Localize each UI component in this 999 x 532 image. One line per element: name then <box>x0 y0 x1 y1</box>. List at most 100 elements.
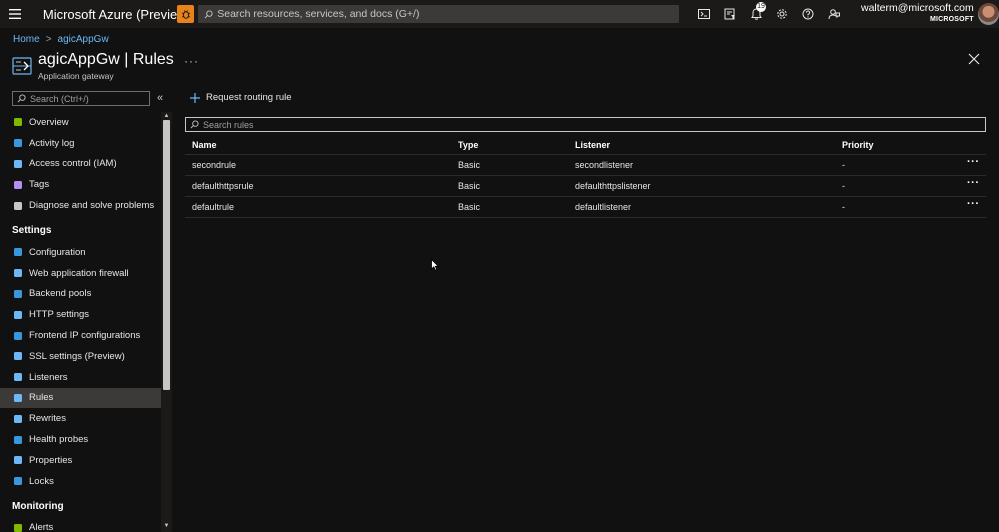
scroll-down-icon[interactable]: ▼ <box>163 523 170 529</box>
row-more-icon[interactable]: ··· <box>967 198 980 210</box>
sidebar-item-label: Listeners <box>29 371 68 383</box>
sidebar-item-label: HTTP settings <box>29 309 90 321</box>
rule-name[interactable]: secondrule <box>192 160 236 170</box>
breadcrumb-resource[interactable]: agicAppGw <box>58 34 109 45</box>
overview-icon <box>13 117 23 127</box>
sidebar-item-ssl-settings-preview[interactable]: SSL settings (Preview) <box>0 346 161 367</box>
plus-icon <box>190 92 200 103</box>
rewrites-icon <box>13 414 23 424</box>
more-icon[interactable]: ··· <box>184 54 199 68</box>
close-icon[interactable] <box>968 53 982 67</box>
rule-type: Basic <box>458 181 481 191</box>
portal-brand[interactable]: Microsoft Azure (Preview) <box>43 7 191 22</box>
breadcrumb: Home > agicAppGw <box>13 34 109 45</box>
rule-name[interactable]: defaulthttpsrule <box>192 181 254 191</box>
rule-priority: - <box>842 160 845 170</box>
nav-group-monitoring: Alerts <box>0 518 161 532</box>
sidebar-item-frontend-ip-configurations[interactable]: Frontend IP configurations <box>0 325 161 346</box>
feedback-icon[interactable] <box>821 0 847 28</box>
sidebar-item-rules[interactable]: Rules <box>0 387 161 409</box>
sidebar-item-label: Frontend IP configurations <box>29 330 141 342</box>
sidebar-item-label: Rewrites <box>29 413 66 425</box>
sidebar-item-access-control-iam[interactable]: Access control (IAM) <box>0 154 161 175</box>
sidebar-item-label: Access control (IAM) <box>29 158 117 170</box>
sidebar-item-properties[interactable]: Properties <box>0 450 161 471</box>
sidebar-item-web-application-firewall[interactable]: Web application firewall <box>0 263 161 284</box>
rules-search[interactable] <box>185 117 986 132</box>
notifications-badge: 19 <box>756 2 766 12</box>
gear-icon[interactable] <box>769 0 795 28</box>
row-more-icon[interactable]: ··· <box>967 177 980 189</box>
column-header-listener[interactable]: Listener <box>575 140 610 150</box>
table-row[interactable]: secondrule Basic secondlistener - ··· <box>185 155 986 176</box>
column-header-type[interactable]: Type <box>458 140 478 150</box>
scroll-up-icon[interactable]: ▲ <box>163 113 170 119</box>
sidebar-item-health-probes[interactable]: Health probes <box>0 429 161 450</box>
global-search-input[interactable] <box>217 8 678 20</box>
cloud-shell-icon[interactable] <box>691 0 717 28</box>
search-icon <box>204 9 213 18</box>
sidebar-item-activity-log[interactable]: Activity log <box>0 133 161 154</box>
sidebar-item-http-settings[interactable]: HTTP settings <box>0 304 161 325</box>
sidebar-search[interactable] <box>12 91 150 106</box>
section-monitoring: Monitoring <box>12 500 64 512</box>
sidebar-item-label: Alerts <box>29 522 54 532</box>
notifications-icon[interactable]: 19 <box>743 0 769 28</box>
account-menu[interactable]: walterm@microsoft.com MICROSOFT <box>861 3 974 25</box>
rule-listener: secondlistener <box>575 160 634 170</box>
sidebar-item-backend-pools[interactable]: Backend pools <box>0 284 161 305</box>
sidebar-item-label: Backend pools <box>29 288 92 300</box>
sidebar-item-rewrites[interactable]: Rewrites <box>0 408 161 429</box>
column-header-name[interactable]: Name <box>192 140 217 150</box>
ssl-shield-icon <box>13 351 23 361</box>
mouse-cursor-icon <box>431 258 440 271</box>
rule-priority: - <box>842 181 845 191</box>
table-row[interactable]: defaulthttpsrule Basic defaulthttpsliste… <box>185 176 986 197</box>
sidebar-item-alerts[interactable]: Alerts <box>0 518 161 532</box>
page-title: agicAppGw | Rules <box>38 51 174 68</box>
sidebar-item-diagnose-and-solve-problems[interactable]: Diagnose and solve problems <box>0 195 161 216</box>
backend-pools-icon <box>13 289 23 299</box>
section-settings: Settings <box>12 224 52 236</box>
sidebar-item-label: Web application firewall <box>29 267 129 279</box>
table-row[interactable]: defaultrule Basic defaultlistener - ··· <box>185 197 986 218</box>
sidebar-item-overview[interactable]: Overview <box>0 112 161 133</box>
shield-icon <box>13 268 23 278</box>
sidebar-item-label: Locks <box>29 475 54 487</box>
lock-icon <box>13 476 23 486</box>
rules-table: Name Type Listener Priority secondrule B… <box>185 135 986 218</box>
sidebar-item-tags[interactable]: Tags <box>0 174 161 195</box>
scroll-thumb[interactable] <box>163 120 170 390</box>
breadcrumb-home[interactable]: Home <box>13 34 40 45</box>
iam-icon <box>13 159 23 169</box>
sidebar-item-label: Configuration <box>29 246 86 258</box>
rules-search-input[interactable] <box>203 119 903 130</box>
help-icon[interactable] <box>795 0 821 28</box>
sidebar-item-label: Health probes <box>29 434 89 446</box>
bug-icon[interactable] <box>176 5 195 23</box>
sidebar-nav: Overview Activity log Access control (IAM)… <box>0 112 161 532</box>
global-search[interactable] <box>198 5 679 23</box>
sidebar-search-input[interactable] <box>30 93 140 104</box>
collapse-sidebar-icon[interactable]: « <box>157 92 163 104</box>
rule-name[interactable]: defaultrule <box>192 202 234 212</box>
page-subtitle: Application gateway <box>38 71 114 81</box>
listeners-icon <box>13 372 23 382</box>
sidebar-item-label: Tags <box>29 179 50 191</box>
row-more-icon[interactable]: ··· <box>967 156 980 168</box>
alerts-icon <box>13 523 23 532</box>
column-header-priority[interactable]: Priority <box>842 140 874 150</box>
avatar[interactable] <box>977 3 999 25</box>
sidebar-item-label: SSL settings (Preview) <box>29 350 125 362</box>
top-bar: Microsoft Azure (Preview) 19 walterm@mic… <box>0 0 999 28</box>
directory-filter-icon[interactable] <box>717 0 743 28</box>
activity-log-icon <box>13 138 23 148</box>
add-routing-rule-button[interactable]: Request routing rule <box>190 92 292 103</box>
sidebar-item-listeners[interactable]: Listeners <box>0 367 161 388</box>
sidebar-scrollbar[interactable]: ▲ ▼ <box>161 112 172 532</box>
sidebar-item-configuration[interactable]: Configuration <box>0 242 161 263</box>
sidebar-item-locks[interactable]: Locks <box>0 471 161 492</box>
menu-icon[interactable] <box>0 0 31 28</box>
table-header: Name Type Listener Priority <box>185 135 986 155</box>
rule-listener: defaultlistener <box>575 202 632 212</box>
